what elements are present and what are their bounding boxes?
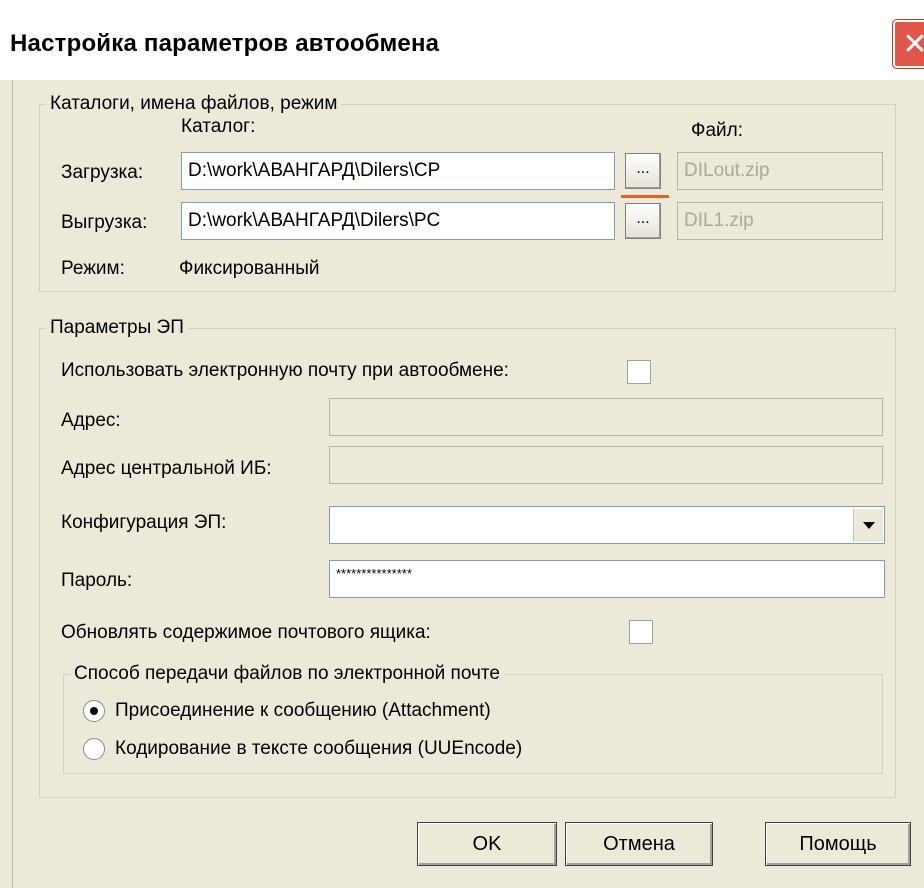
radio-uuencode[interactable] <box>83 738 105 760</box>
address-input[interactable] <box>329 398 883 436</box>
settings-dialog: Настройка параметров автообмена ✕ Катало… <box>0 0 924 888</box>
password-input[interactable]: *************** <box>329 560 885 598</box>
catalogs-group: Каталоги, имена файлов, режим <box>39 93 896 292</box>
config-select[interactable] <box>329 506 885 544</box>
mode-label: Режим: <box>61 258 125 279</box>
ok-button[interactable]: OK <box>417 822 557 866</box>
password-label: Пароль: <box>61 570 133 591</box>
use-email-checkbox[interactable] <box>627 360 651 384</box>
load-path-input[interactable]: D:\work\АВАНГАРД\Dilers\CP <box>181 152 615 190</box>
load-label: Загрузка: <box>61 162 144 183</box>
mode-value: Фиксированный <box>179 258 320 279</box>
radio-selected-dot <box>90 707 98 715</box>
load-file-input[interactable]: DILout.zip <box>677 152 883 190</box>
refresh-mailbox-checkbox[interactable] <box>629 620 653 644</box>
dropdown-button[interactable] <box>853 508 883 542</box>
cancel-button[interactable]: Отмена <box>565 822 713 866</box>
close-button[interactable]: ✕ <box>893 20 924 68</box>
radio-attachment[interactable] <box>83 700 105 722</box>
catalogs-group-legend: Каталоги, имена файлов, режим <box>46 93 342 115</box>
email-params-group-legend: Параметры ЭП <box>46 317 188 339</box>
transfer-method-legend: Способ передачи файлов по электронной по… <box>70 663 504 685</box>
close-icon: ✕ <box>902 27 924 61</box>
help-button[interactable]: Помощь <box>765 822 911 866</box>
unload-file-input[interactable]: DIL1.zip <box>677 202 883 240</box>
catalog-column-header: Каталог: <box>181 116 256 137</box>
refresh-mailbox-label: Обновлять содержимое почтового ящика: <box>61 622 431 643</box>
uuencode-option-label[interactable]: Кодирование в тексте сообщения (UUEncode… <box>115 738 522 760</box>
unload-path-input[interactable]: D:\work\АВАНГАРД\Dilers\PC <box>181 202 615 240</box>
unload-browse-button[interactable]: ... <box>625 203 661 239</box>
address-label: Адрес: <box>61 410 121 431</box>
title-bar: Настройка параметров автообмена ✕ <box>0 0 924 80</box>
chevron-down-icon <box>862 521 875 529</box>
window-title: Настройка параметров автообмена <box>10 30 440 57</box>
central-address-input[interactable] <box>329 446 883 484</box>
use-email-label: Использовать электронную почту при автоо… <box>61 360 509 381</box>
unload-label: Выгрузка: <box>61 212 148 233</box>
attachment-option-label[interactable]: Присоединение к сообщению (Attachment) <box>115 700 491 722</box>
load-browse-button[interactable]: ... <box>625 153 661 189</box>
load-browse-focus-underline <box>621 195 669 198</box>
config-label: Конфигурация ЭП: <box>61 512 227 533</box>
central-address-label: Адрес центральной ИБ: <box>61 458 272 479</box>
dialog-body: Каталоги, имена файлов, режим Каталог: Ф… <box>12 80 924 888</box>
file-column-header: Файл: <box>691 120 743 141</box>
